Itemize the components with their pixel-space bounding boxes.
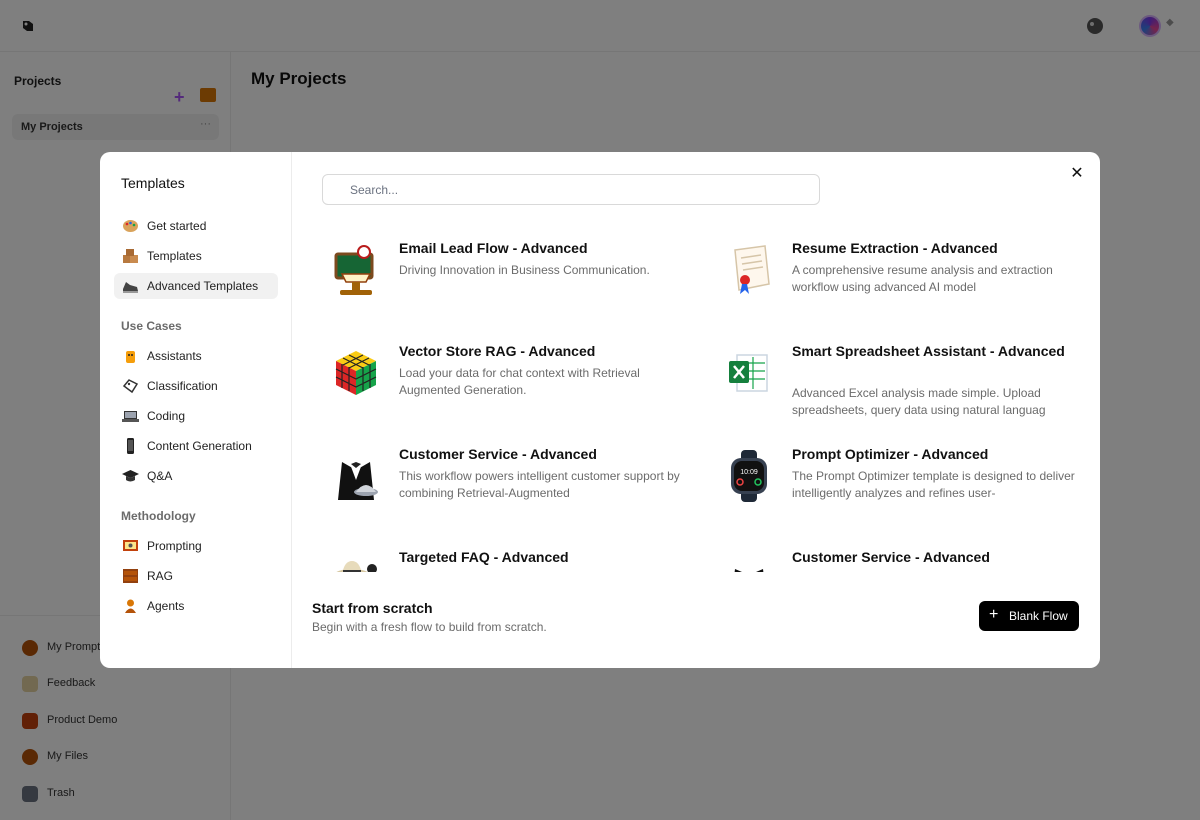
nav-group-methodology: Methodology xyxy=(121,509,196,523)
graduation-cap-icon xyxy=(122,470,139,482)
nav-group-use-cases: Use Cases xyxy=(121,319,182,333)
nav-item-label: Assistants xyxy=(147,349,202,363)
template-card[interactable]: Targeted FAQ - Advanced xyxy=(322,533,702,572)
template-description: A comprehensive resume analysis and extr… xyxy=(792,263,1053,294)
close-button[interactable]: ✕ xyxy=(1067,164,1087,184)
template-description: The Prompt Optimizer template is designe… xyxy=(792,469,1075,500)
butler-icon xyxy=(338,462,378,500)
agent-icon xyxy=(125,599,136,613)
nav-item-label: RAG xyxy=(147,569,174,583)
nav-item-label: Prompting xyxy=(147,539,202,553)
nav-item-qa[interactable]: Q&A xyxy=(114,463,278,489)
nav-item-rag[interactable]: RAG xyxy=(114,563,278,589)
rubiks-cube-icon xyxy=(335,351,377,395)
nav-item-advanced-templates[interactable]: Advanced Templates xyxy=(114,273,278,299)
certificate-icon xyxy=(734,245,770,294)
nav-item-get-started[interactable]: Get started xyxy=(114,213,278,239)
template-title: Smart Spreadsheet Assistant - Advanced xyxy=(792,343,1065,359)
template-title: Targeted FAQ - Advanced xyxy=(399,549,569,565)
boxes-icon xyxy=(123,249,138,263)
template-title: Prompt Optimizer - Advanced xyxy=(792,446,989,462)
nav-heading: Templates xyxy=(121,175,185,191)
nav-item-coding[interactable]: Coding xyxy=(114,403,278,429)
template-description: This workflow powers intelligent custome… xyxy=(399,469,680,500)
excel-icon xyxy=(729,354,768,392)
template-card[interactable]: Customer Service - Advanced xyxy=(715,533,1082,572)
lectern-icon xyxy=(334,245,374,295)
template-card[interactable]: Email Lead Flow - Advanced Driving Innov… xyxy=(322,224,702,320)
template-title: Resume Extraction - Advanced xyxy=(792,240,998,256)
nav-item-templates[interactable]: Templates xyxy=(114,243,278,269)
projector-icon xyxy=(123,540,138,551)
nav-item-label: Templates xyxy=(147,249,202,263)
nav-item-label: Q&A xyxy=(147,469,173,483)
nav-item-label: Get started xyxy=(147,219,207,233)
search-field[interactable] xyxy=(322,174,820,205)
template-description: Driving Innovation in Business Communica… xyxy=(399,263,650,277)
template-card[interactable]: Resume Extraction - Advanced A comprehen… xyxy=(715,224,1082,320)
plus-icon: + xyxy=(989,606,999,623)
shoe-icon xyxy=(123,282,138,293)
nav-item-label: Content Generation xyxy=(147,439,252,453)
template-card[interactable]: Smart Spreadsheet Assistant - Advanced A… xyxy=(715,327,1082,423)
template-description: Advanced Excel analysis made simple. Upl… xyxy=(792,386,1046,417)
template-title: Customer Service - Advanced xyxy=(399,446,597,462)
nav-item-label: Advanced Templates xyxy=(147,279,259,293)
smartwatch-icon: 10:09 xyxy=(731,450,767,502)
templates-grid: Email Lead Flow - Advanced Driving Innov… xyxy=(322,224,1082,572)
hat-icon xyxy=(336,561,377,572)
nav-item-agents[interactable]: Agents xyxy=(114,593,278,619)
search-input[interactable] xyxy=(350,175,810,204)
laptop-icon xyxy=(122,411,139,422)
books-icon xyxy=(123,569,138,583)
template-title: Customer Service - Advanced xyxy=(792,549,990,565)
phone-icon xyxy=(127,438,134,454)
template-card[interactable]: Vector Store RAG - Advanced Load your da… xyxy=(322,327,702,423)
template-title: Email Lead Flow - Advanced xyxy=(399,240,588,256)
nav-item-prompting[interactable]: Prompting xyxy=(114,533,278,559)
nav-item-label: Coding xyxy=(147,409,186,423)
template-card[interactable]: Customer Service - Advanced This workflo… xyxy=(322,430,702,526)
templates-nav: Templates Get started Templates Advanced… xyxy=(100,152,292,668)
butler-icon xyxy=(734,569,764,572)
blank-flow-button[interactable]: + Blank Flow xyxy=(979,601,1079,631)
nav-item-label: Classification xyxy=(147,379,218,393)
template-description: Load your data for chat context with Ret… xyxy=(399,366,640,397)
template-card[interactable]: 10:09 Prompt Optimizer - Advanced The Pr… xyxy=(715,430,1082,526)
template-title: Vector Store RAG - Advanced xyxy=(399,343,596,359)
nav-item-label: Agents xyxy=(147,599,185,613)
templates-modal: Templates Get started Templates Advanced… xyxy=(100,152,1100,668)
nav-item-content-generation[interactable]: Content Generation xyxy=(114,433,278,459)
start-from-scratch-subtitle: Begin with a fresh flow to build from sc… xyxy=(312,620,547,634)
robot-icon xyxy=(126,351,135,363)
blank-flow-label: Blank Flow xyxy=(1009,609,1068,623)
search-icon xyxy=(333,183,345,195)
palette-icon xyxy=(123,220,138,232)
nav-item-classification[interactable]: Classification xyxy=(114,373,278,399)
start-from-scratch-title: Start from scratch xyxy=(312,600,433,616)
svg-text:10:09: 10:09 xyxy=(740,469,758,476)
nav-item-assistants[interactable]: Assistants xyxy=(114,343,278,369)
tag-icon xyxy=(122,379,139,394)
